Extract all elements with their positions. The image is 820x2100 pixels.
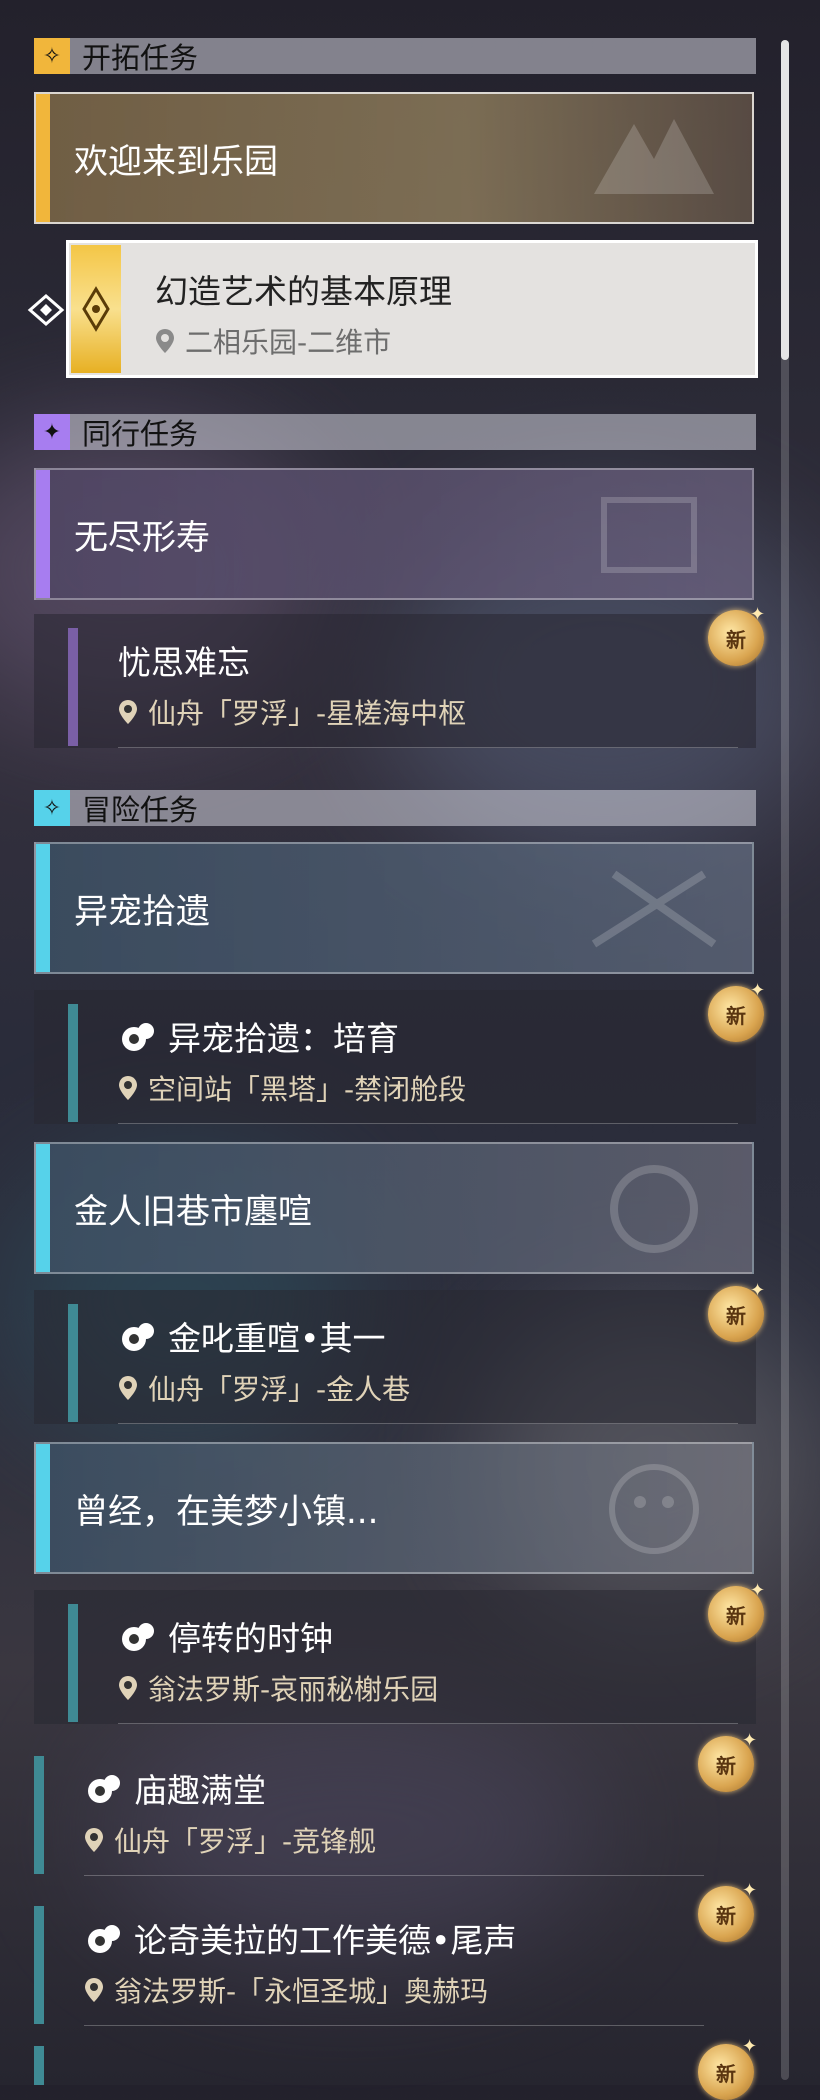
quest-location-text: 仙舟「罗浮」-星槎海中枢 xyxy=(148,697,467,730)
divider xyxy=(118,1123,738,1124)
section-label: 冒险任务 xyxy=(82,793,199,827)
quest-title-text: 金叱重喧•其一 xyxy=(168,1319,386,1358)
quest-title-text: 论奇美拉的工作美德•尾声 xyxy=(134,1921,517,1960)
quest-title-text: 庙趣满堂 xyxy=(134,1771,266,1810)
quest-title: 忧思难忘 xyxy=(118,643,250,682)
quest-location: 二相乐园-二维市 xyxy=(155,321,391,361)
section-companion: ✦ 同行任务 xyxy=(34,414,756,451)
quest-group-dreamville[interactable]: 曾经，在美梦小镇... xyxy=(34,1442,754,1574)
sparkle-icon: ✦ xyxy=(750,980,766,1001)
divider xyxy=(84,1875,704,1876)
emblem-icon xyxy=(594,119,714,194)
quest-item[interactable]: 金叱重喧•其一 仙舟「罗浮」-金人巷 xyxy=(34,1290,756,1424)
quest-line xyxy=(68,1304,78,1422)
quest-item[interactable]: 异宠拾遗：培育 空间站「黑塔」-禁闭舱段 xyxy=(34,990,756,1124)
sparkle-icon: ✦ xyxy=(742,1730,758,1751)
quest-location-text: 翁法罗斯-「永恒圣城」奥赫玛 xyxy=(114,1975,489,2008)
quest-group-golden-alley[interactable]: 金人旧巷市廛喧 xyxy=(34,1142,754,1274)
quest-line xyxy=(34,1906,44,2024)
quest-item[interactable]: 庙趣满堂 仙舟「罗浮」-竞锋舰 xyxy=(34,1742,756,1876)
quest-title: 论奇美拉的工作美德•尾声 xyxy=(84,1914,516,1962)
location-pin-icon xyxy=(156,329,174,353)
quest-title-text: 停转的时钟 xyxy=(168,1619,333,1658)
trailblaze-icon: ✧ xyxy=(34,38,70,74)
quest-line xyxy=(68,1604,78,1722)
group-title: 异宠拾遗 xyxy=(74,891,210,932)
location-pin-icon xyxy=(119,1676,137,1700)
quest-group-welcome[interactable]: 欢迎来到乐园 xyxy=(34,92,754,224)
divider xyxy=(118,1723,738,1724)
quest-location: 仙舟「罗浮」-星槎海中枢 xyxy=(118,692,466,732)
section-label: 同行任务 xyxy=(82,417,199,451)
sparkle-icon: ✦ xyxy=(750,1280,766,1301)
quest-location-text: 仙舟「罗浮」-竞锋舰 xyxy=(114,1825,377,1858)
quest-tag-icon xyxy=(122,1323,154,1351)
group-accent-bar xyxy=(36,470,50,598)
sparkle-icon: ✦ xyxy=(750,1580,766,1601)
quest-location-text: 翁法罗斯-哀丽秘榭乐园 xyxy=(148,1673,439,1706)
location-pin-icon xyxy=(85,1978,103,2002)
scrollbar-thumb[interactable] xyxy=(781,40,789,360)
quest-location: 仙舟「罗浮」-金人巷 xyxy=(118,1368,410,1408)
quest-title: 庙趣满堂 xyxy=(84,1764,266,1812)
divider xyxy=(118,1423,738,1424)
group-title: 无尽形寿 xyxy=(74,517,210,558)
quest-group-pets[interactable]: 异宠拾遗 xyxy=(34,842,754,974)
group-accent-bar xyxy=(36,1444,50,1572)
quest-location: 空间站「黑塔」-禁闭舱段 xyxy=(118,1068,466,1108)
quest-tag-icon xyxy=(122,1623,154,1651)
quest-line xyxy=(34,1756,44,1874)
quest-line xyxy=(34,2046,44,2085)
quest-location: 翁法罗斯-哀丽秘榭乐园 xyxy=(118,1668,438,1708)
group-title: 金人旧巷市廛喧 xyxy=(74,1191,312,1232)
location-pin-icon xyxy=(119,700,137,724)
quest-type-strip xyxy=(71,245,121,373)
emblem-icon xyxy=(591,870,717,948)
emblem-icon xyxy=(601,497,697,573)
quest-title: 金叱重喧•其一 xyxy=(118,1312,385,1360)
quest-group-endless[interactable]: 无尽形寿 xyxy=(34,468,754,600)
quest-location: 仙舟「罗浮」-竞锋舰 xyxy=(84,1820,376,1860)
group-accent-bar xyxy=(36,94,50,222)
group-title: 曾经，在美梦小镇... xyxy=(74,1491,379,1532)
group-accent-bar xyxy=(36,844,50,972)
compass-star-icon: ✧ xyxy=(34,790,70,826)
location-pin-icon xyxy=(119,1376,137,1400)
quest-title: 异宠拾遗：培育 xyxy=(118,1012,399,1060)
quest-title: 停转的时钟 xyxy=(118,1612,333,1660)
group-accent-bar xyxy=(36,1144,50,1272)
emblem-icon xyxy=(609,1464,699,1554)
quest-title-text: 异宠拾遗：培育 xyxy=(168,1019,399,1058)
quest-item[interactable]: 停转的时钟 翁法罗斯-哀丽秘榭乐园 xyxy=(34,1590,756,1724)
section-adventure: ✧ 冒险任务 xyxy=(34,790,756,827)
quest-tag-icon xyxy=(122,1023,154,1051)
quest-location-text: 二相乐园-二维市 xyxy=(185,326,392,359)
quest-line xyxy=(68,1004,78,1122)
sparkle-icon: ✦ xyxy=(742,1880,758,1901)
quest-location-text: 空间站「黑塔」-禁闭舱段 xyxy=(148,1073,467,1106)
active-quest-card[interactable]: 幻造艺术的基本原理 二相乐园-二维市 xyxy=(66,240,758,378)
divider xyxy=(118,747,738,748)
trailblaze-icon xyxy=(82,286,110,332)
emblem-icon xyxy=(610,1165,698,1253)
divider xyxy=(84,2025,704,2026)
group-title: 欢迎来到乐园 xyxy=(74,141,278,182)
section-trailblaze: ✧ 开拓任务 xyxy=(34,38,756,75)
sparkle-icon: ✦ xyxy=(750,604,766,625)
sparkle-icon: ✦ xyxy=(742,2036,758,2057)
quest-title: 幻造艺术的基本原理 xyxy=(155,272,452,311)
quest-location-text: 仙舟「罗浮」-金人巷 xyxy=(148,1373,411,1406)
current-quest-pointer-icon xyxy=(27,294,65,326)
quest-location: 翁法罗斯-「永恒圣城」奥赫玛 xyxy=(84,1970,488,2010)
quest-item[interactable]: 忧思难忘 仙舟「罗浮」-星槎海中枢 xyxy=(34,614,756,748)
quest-line xyxy=(68,628,78,746)
star-icon: ✦ xyxy=(34,414,70,450)
location-pin-icon xyxy=(119,1076,137,1100)
quest-tag-icon xyxy=(88,1775,120,1803)
section-label: 开拓任务 xyxy=(82,41,199,75)
quest-tag-icon xyxy=(88,1925,120,1953)
quest-item[interactable]: 论奇美拉的工作美德•尾声 翁法罗斯-「永恒圣城」奥赫玛 xyxy=(34,1892,756,2026)
location-pin-icon xyxy=(85,1828,103,1852)
